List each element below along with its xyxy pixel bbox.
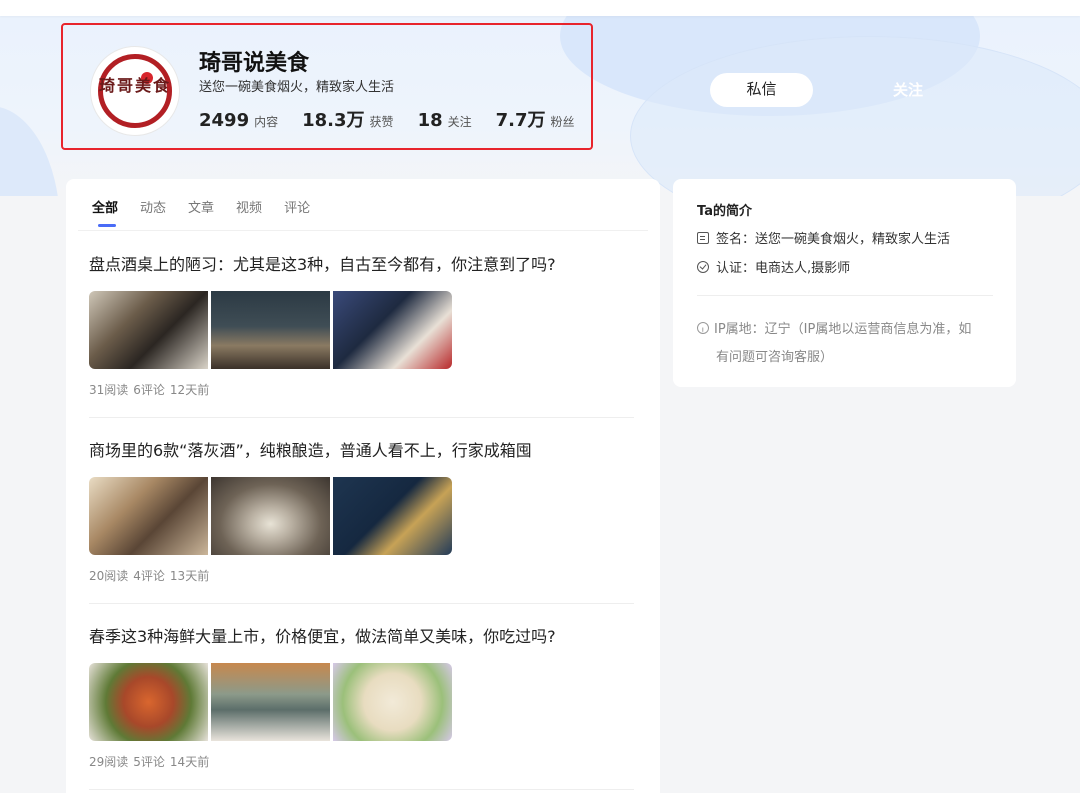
article-time: 12天前 [169,383,210,397]
tabs-divider [78,230,648,231]
ip-location-line2: 有问题可咨询客服） [716,350,834,365]
profile-stats: 2499 内容 18.3万 获赞 18 关注 7.7万 粉丝 [199,106,599,132]
message-button[interactable]: 私信 [710,73,813,107]
article-time: 13天前 [169,569,210,583]
stat-following[interactable]: 18 关注 [418,110,472,131]
intro-certification: 认证：电商达人,摄影师 [697,257,850,276]
intro-panel: Ta的简介 签名：送您一碗美食烟火，精致家人生活 认证：电商达人,摄影师 IP属… [673,179,1016,387]
article-thumbnails[interactable] [89,477,634,555]
tab-updates[interactable]: 动态 [140,197,166,231]
article-thumbnail[interactable] [89,477,208,555]
article-thumbnails[interactable] [89,291,634,369]
article-thumbnail[interactable] [333,477,452,555]
article-thumbnail[interactable] [333,663,452,741]
article-thumbnail[interactable] [333,291,452,369]
verified-icon [697,260,709,273]
avatar[interactable]: 琦哥美食 [90,46,180,136]
article-time: 14天前 [169,755,210,769]
tab-videos[interactable]: 视频 [236,197,262,231]
stat-label: 内容 [254,115,279,129]
stat-content[interactable]: 2499 内容 [199,110,278,131]
article-thumbnail[interactable] [89,663,208,741]
article-thumbnail[interactable] [211,291,330,369]
tab-all[interactable]: 全部 [92,197,118,231]
avatar-logo-text: 琦哥美食 [98,76,171,95]
stat-value: 2499 [199,110,250,131]
intro-signature-text: 签名：送您一碗美食烟火，精致家人生活 [716,232,951,247]
stat-label: 关注 [447,115,472,129]
intro-certification-text: 认证：电商达人,摄影师 [716,261,851,276]
article-meta: 29阅读 5评论 14天前 [89,753,634,770]
stat-followers[interactable]: 7.7万 粉丝 [496,106,575,132]
article-comments[interactable]: 5评论 [133,753,165,770]
article-divider [89,789,634,790]
article-item[interactable]: 春季这3种海鲜大量上市，价格便宜，做法简单又美味，你吃过吗? 29阅读 5评论 … [89,626,634,770]
profile-name: 琦哥说美食 [199,51,310,76]
article-divider [89,417,634,418]
ip-location-line1: IP属地：辽宁（IP属地以运营商信息为准，如 [714,322,972,337]
tab-articles[interactable]: 文章 [188,197,214,231]
article-title[interactable]: 商场里的6款“落灰酒”，纯粮酿造，普通人看不上，行家成箱囤 [89,440,634,462]
stat-value: 7.7万 [495,110,546,131]
content-feed: 全部 动态 文章 视频 评论 盘点酒桌上的陋习：尤其是这3种，自古至今都有，你注… [66,179,660,793]
article-comments[interactable]: 4评论 [133,567,165,584]
article-reads: 29阅读 [89,755,129,769]
document-icon [697,231,709,244]
article-meta: 31阅读 6评论 12天前 [89,381,634,398]
article-item[interactable]: 商场里的6款“落灰酒”，纯粮酿造，普通人看不上，行家成箱囤 20阅读 4评论 1… [89,440,634,584]
article-comments[interactable]: 6评论 [133,381,165,398]
top-bar [0,0,1080,16]
intro-signature: 签名：送您一碗美食烟火，精致家人生活 [697,228,950,247]
stat-label: 粉丝 [550,115,575,129]
article-thumbnail[interactable] [211,477,330,555]
article-item[interactable]: 盘点酒桌上的陋习：尤其是这3种，自古至今都有，你注意到了吗? 31阅读 6评论 … [89,254,634,398]
article-thumbnail[interactable] [211,663,330,741]
intro-title: Ta的简介 [697,204,752,219]
article-reads: 20阅读 [89,569,129,583]
intro-divider [697,295,993,296]
article-thumbnails[interactable] [89,663,634,741]
ip-location: IP属地：辽宁（IP属地以运营商信息为准，如 有问题可咨询客服） [697,316,997,372]
stat-likes: 18.3万 获赞 [302,106,393,132]
tab-comments[interactable]: 评论 [284,197,310,231]
article-title[interactable]: 春季这3种海鲜大量上市，价格便宜，做法简单又美味，你吃过吗? [89,626,634,648]
article-divider [89,603,634,604]
article-meta: 20阅读 4评论 13天前 [89,567,634,584]
article-title[interactable]: 盘点酒桌上的陋习：尤其是这3种，自古至今都有，你注意到了吗? [89,254,634,276]
article-reads: 31阅读 [89,383,129,397]
follow-button[interactable]: 关注 [878,73,938,107]
info-icon [697,318,709,346]
article-thumbnail[interactable] [89,291,208,369]
stat-value: 18.3万 [302,110,365,131]
stat-value: 18 [417,110,443,131]
stat-label: 获赞 [369,115,394,129]
content-tabs: 全部 动态 文章 视频 评论 [92,197,332,231]
profile-signature: 送您一碗美食烟火，精致家人生活 [199,80,395,95]
banner-decoration [0,106,60,196]
